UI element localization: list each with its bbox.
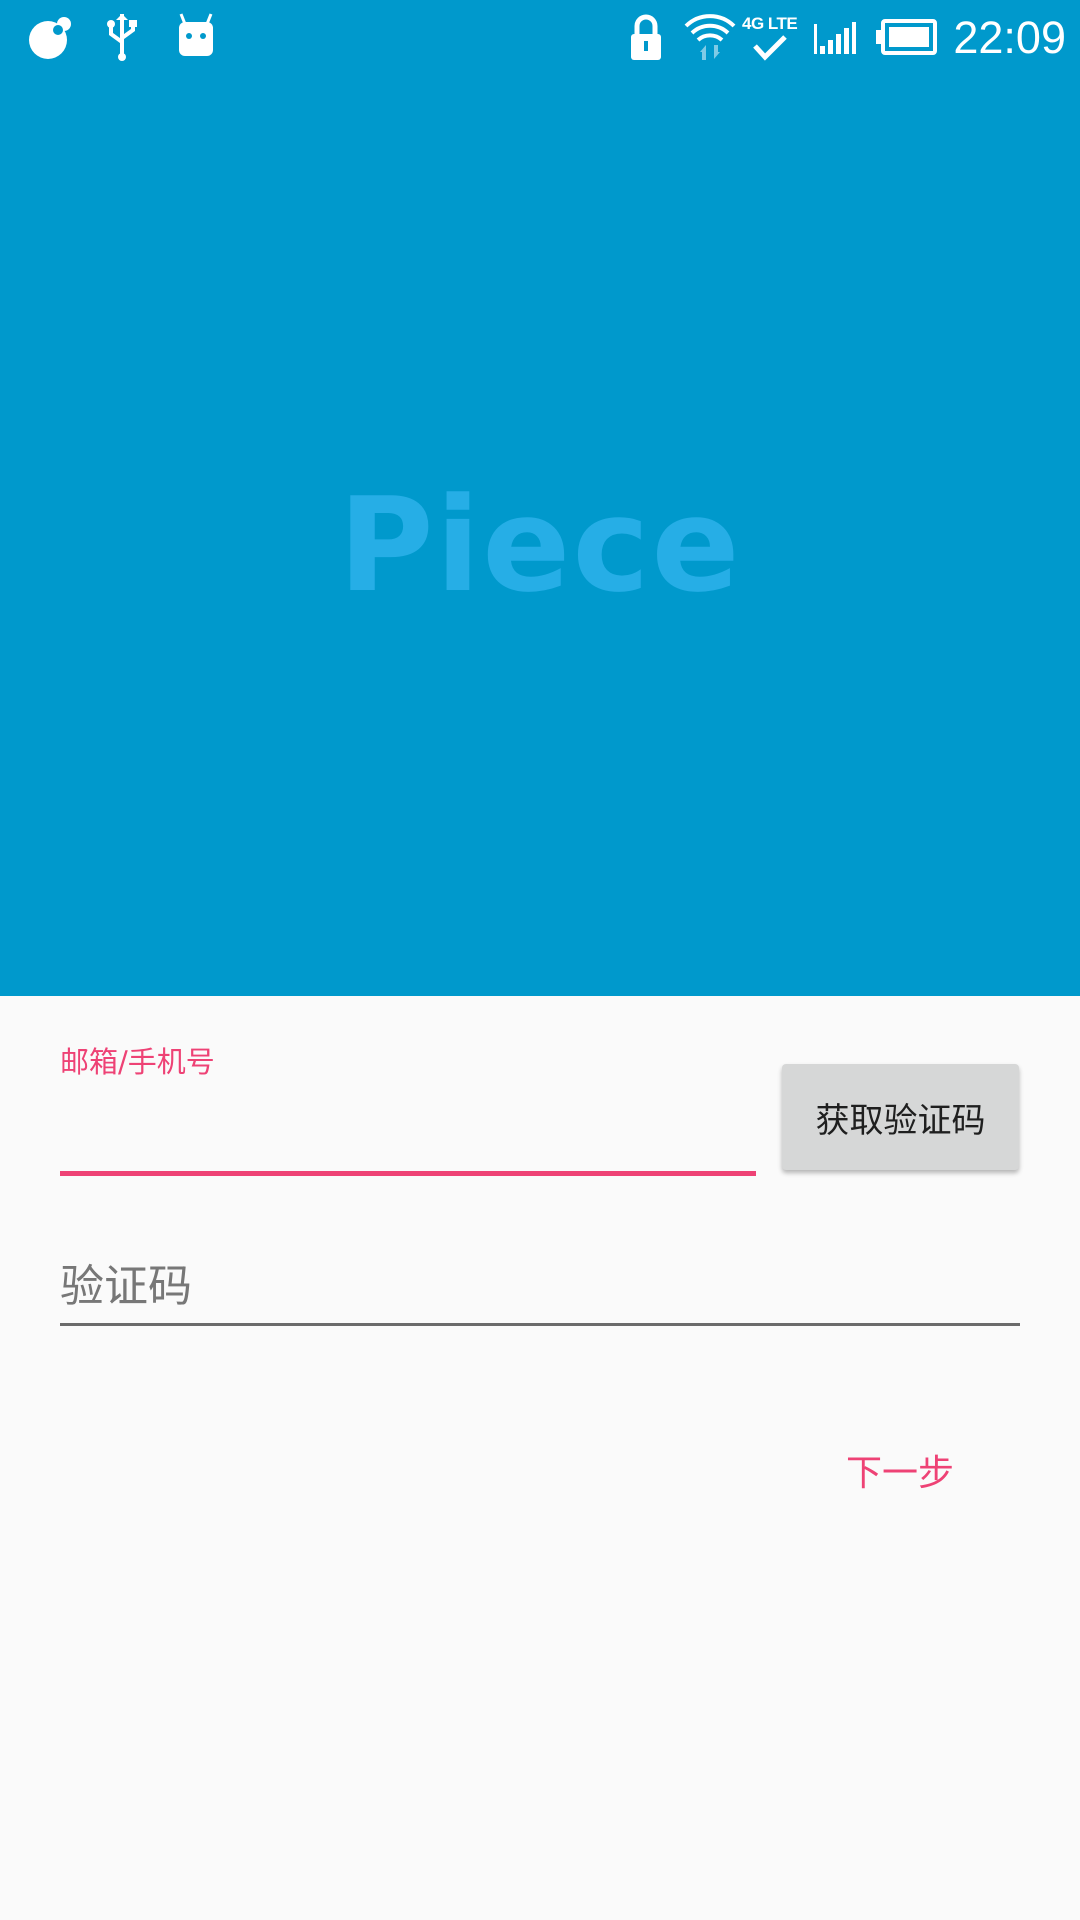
- get-code-button[interactable]: 获取验证码: [782, 1064, 1019, 1170]
- usb-icon: [107, 14, 137, 61]
- notification-blob-icon: [29, 17, 71, 59]
- brand-title: Piece: [338, 469, 742, 621]
- lock-icon: [631, 14, 661, 60]
- account-input-underline: [60, 1171, 756, 1176]
- network-type-label: 4G LTE: [742, 14, 798, 33]
- code-input-underline: [60, 1323, 1020, 1326]
- wifi-icon: [684, 14, 736, 60]
- check-icon: [753, 35, 787, 61]
- battery-icon: [876, 19, 937, 55]
- status-bar: 4G LTE 22:09: [0, 0, 1080, 76]
- next-step-button[interactable]: 下一步: [820, 1440, 980, 1500]
- android-icon: [179, 13, 213, 56]
- verification-code-input[interactable]: [60, 1256, 1020, 1316]
- account-input[interactable]: [60, 1090, 755, 1150]
- header-banner: 4G LTE 22:09 Piece: [0, 0, 1080, 996]
- account-field-label: 邮箱/手机号: [60, 1045, 215, 1079]
- signal-icon: [814, 22, 856, 54]
- status-time: 22:09: [953, 12, 1066, 63]
